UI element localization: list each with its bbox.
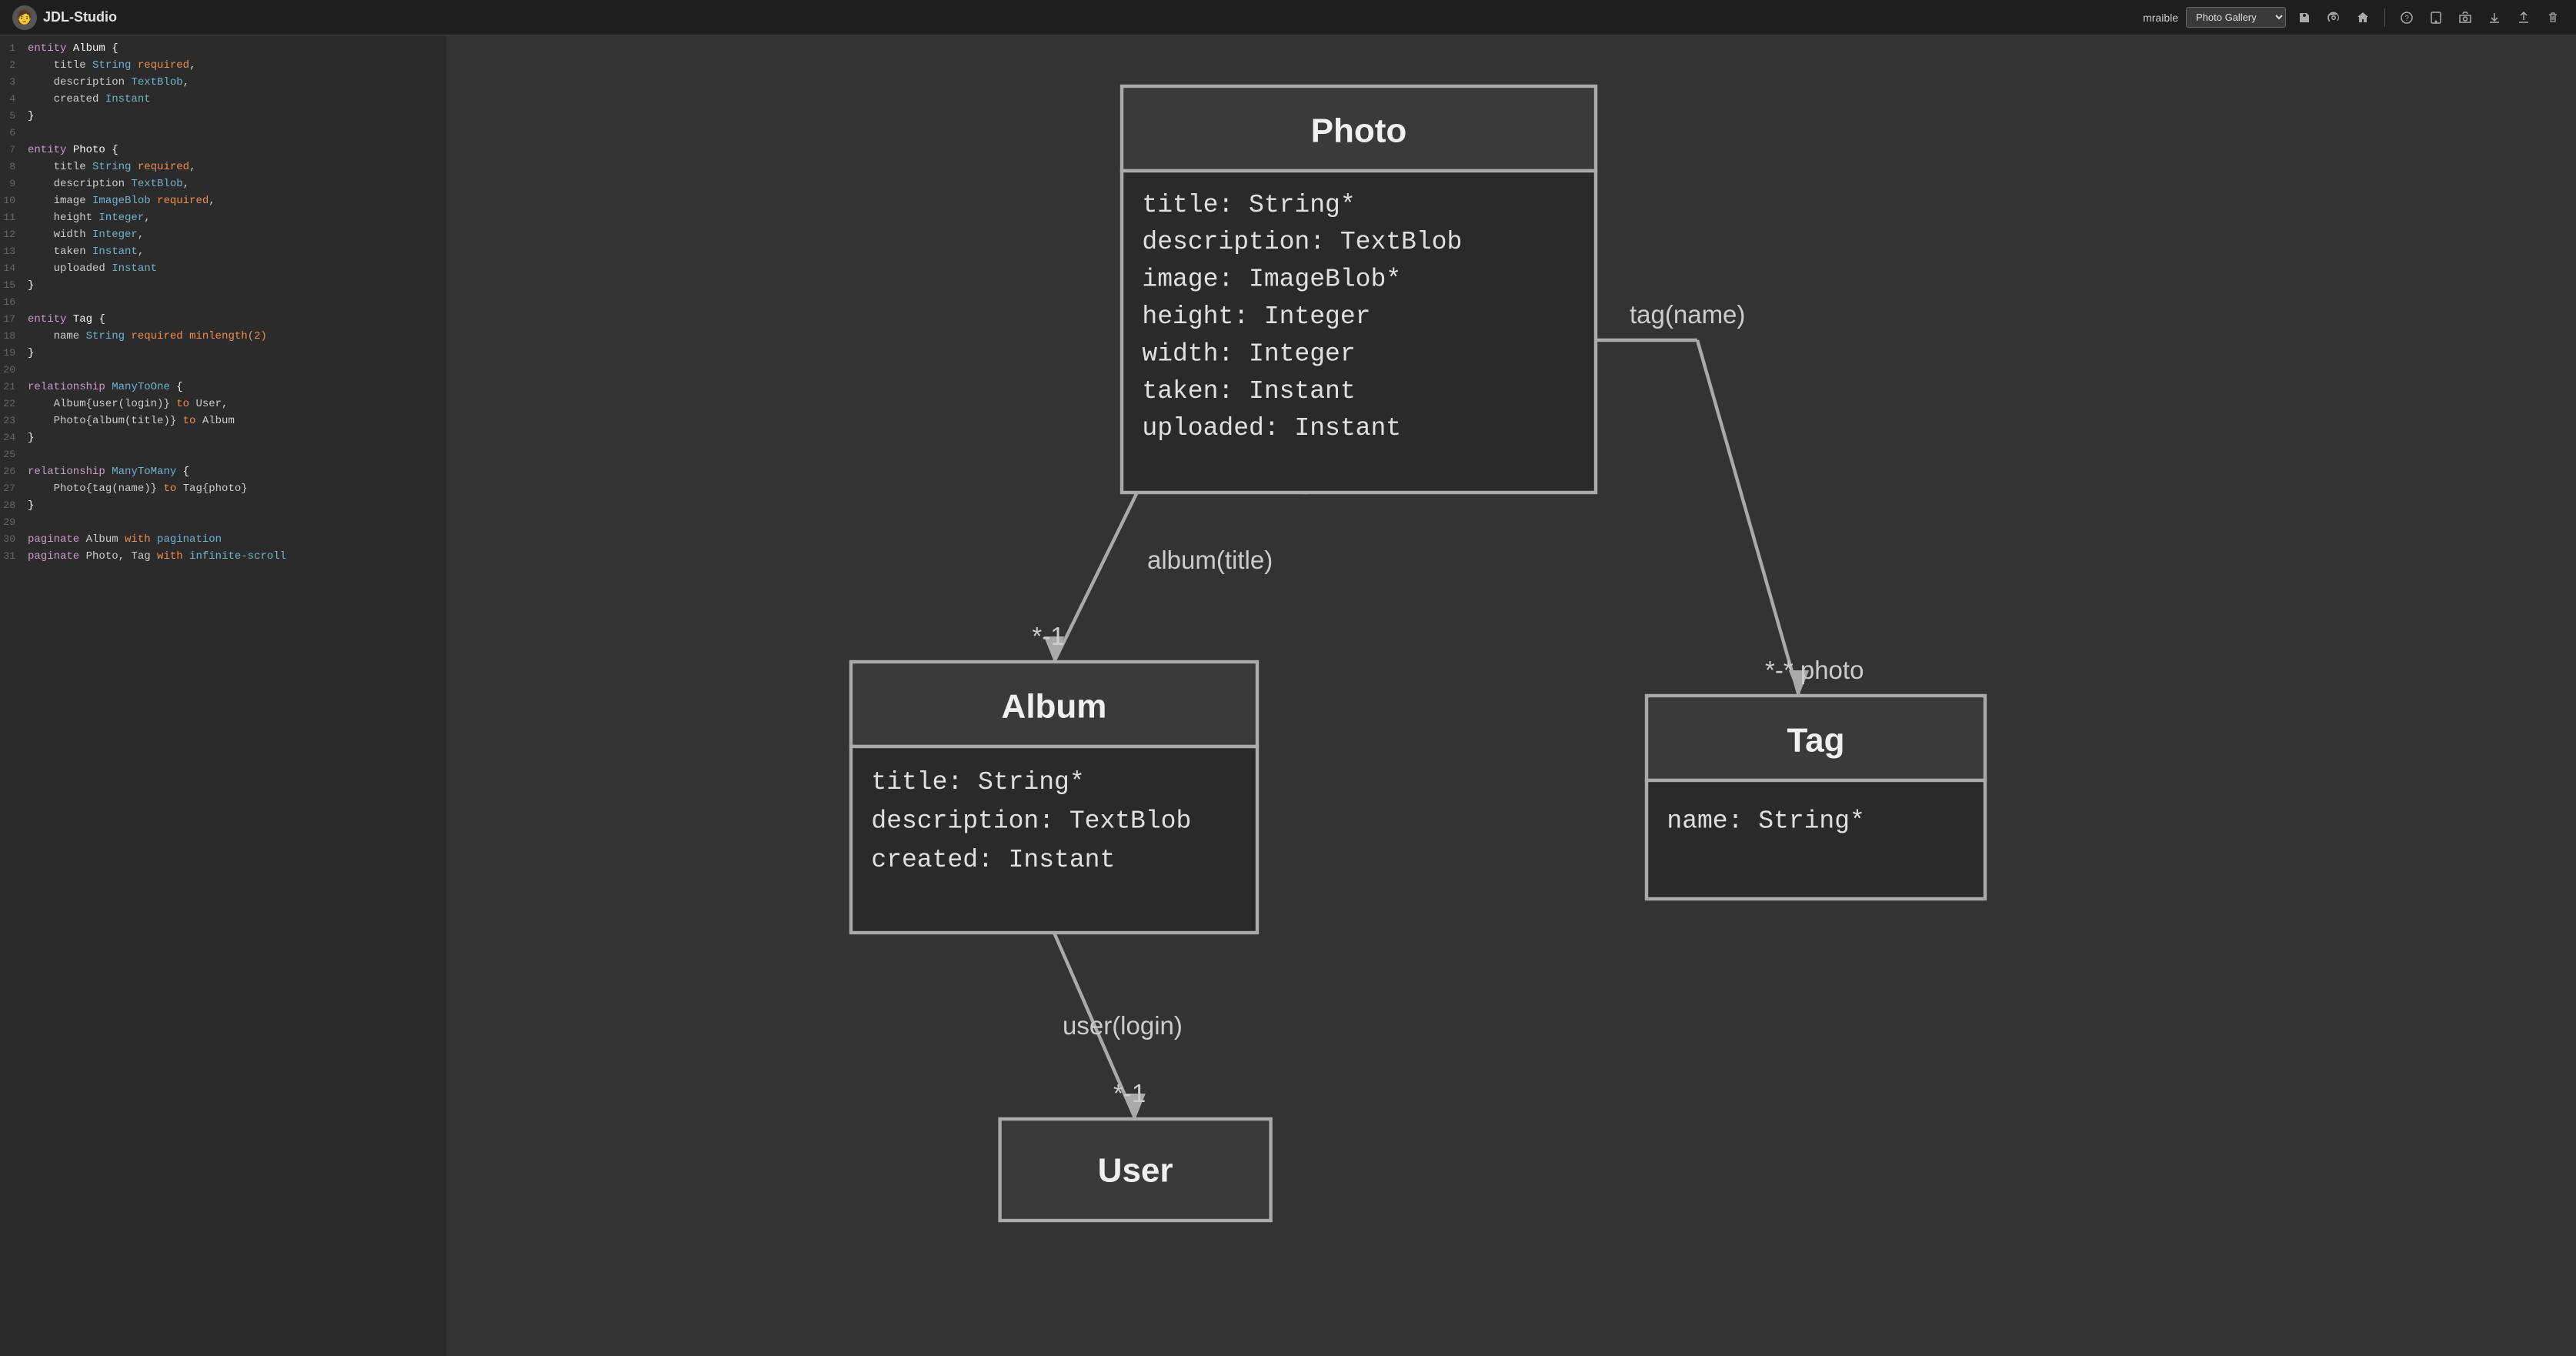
code-line-22: 22 Album{user(login)} to User, — [0, 397, 446, 414]
divider — [2384, 8, 2385, 27]
entity-photo[interactable]: Photo title: String* description: TextBl… — [1122, 86, 1596, 493]
code-panel: 1 entity Album { 2 title String required… — [0, 35, 446, 1356]
code-line-31: 31 paginate Photo, Tag with infinite-scr… — [0, 549, 446, 566]
album-field-1: title: String* — [871, 768, 1084, 797]
settings-button[interactable] — [2323, 7, 2344, 28]
download-button[interactable] — [2484, 7, 2505, 28]
tag-cardinality-label: *-* photo — [1765, 656, 1864, 684]
code-line-7: 7 entity Photo { — [0, 143, 446, 160]
code-line-20: 20 — [0, 363, 446, 380]
code-line-13: 13 taken Instant, — [0, 245, 446, 262]
header: 🧑 JDL-Studio mraible Photo Gallery ? — [0, 0, 2576, 35]
code-line-16: 16 — [0, 296, 446, 312]
code-line-27: 27 Photo{tag(name)} to Tag{photo} — [0, 482, 446, 499]
photo-field-2: description: TextBlob — [1142, 228, 1462, 256]
code-line-30: 30 paginate Album with pagination — [0, 533, 446, 549]
home-button[interactable] — [2352, 7, 2374, 28]
upload-button[interactable] — [2513, 7, 2534, 28]
username: mraible — [2143, 12, 2178, 24]
svg-text:?: ? — [2404, 15, 2409, 23]
album-title-label: album(title) — [1147, 546, 1273, 574]
app-title: JDL-Studio — [43, 9, 117, 25]
project-select[interactable]: Photo Gallery — [2186, 7, 2286, 28]
entity-album[interactable]: Album title: String* description: TextBl… — [851, 662, 1257, 933]
photo-field-6: taken: Instant — [1142, 377, 1355, 406]
code-line-9: 9 description TextBlob, — [0, 177, 446, 194]
header-right: mraible Photo Gallery ? — [2143, 7, 2564, 28]
code-line-15: 15 } — [0, 279, 446, 296]
code-line-11: 11 height Integer, — [0, 211, 446, 228]
code-line-26: 26 relationship ManyToMany { — [0, 465, 446, 482]
entity-tag[interactable]: Tag name: String* — [1647, 696, 1985, 899]
photo-field-1: title: String* — [1142, 191, 1355, 219]
code-line-14: 14 uploaded Instant — [0, 262, 446, 279]
help-button[interactable]: ? — [2396, 7, 2418, 28]
photo-field-3: image: ImageBlob* — [1142, 266, 1401, 294]
code-line-4: 4 created Instant — [0, 92, 446, 109]
code-line-17: 17 entity Tag { — [0, 312, 446, 329]
code-line-3: 3 description TextBlob, — [0, 75, 446, 92]
code-line-8: 8 title String required, — [0, 160, 446, 177]
delete-button[interactable] — [2542, 7, 2564, 28]
photo-album-rel-vert — [1054, 489, 1139, 662]
header-left: 🧑 JDL-Studio — [12, 5, 117, 30]
entity-user[interactable]: User — [1000, 1119, 1271, 1221]
logo-avatar: 🧑 — [12, 5, 37, 30]
photo-entity-title: Photo — [1311, 112, 1407, 150]
tag-body-bg — [1647, 780, 1985, 899]
code-line-12: 12 width Integer, — [0, 228, 446, 245]
diagram-svg: album(title) *-1 tag(name) *-* photo use… — [446, 35, 2576, 1356]
main-content: 1 entity Album { 2 title String required… — [0, 35, 2576, 1356]
album-field-3: created: Instant — [871, 846, 1115, 874]
photo-field-5: width: Integer — [1142, 339, 1355, 368]
save-file-button[interactable] — [2294, 7, 2315, 28]
photo-tag-rel-vert — [1697, 340, 1799, 696]
album-cardinality-label: *-1 — [1032, 622, 1064, 650]
code-line-6: 6 — [0, 126, 446, 143]
tag-entity-title: Tag — [1787, 722, 1845, 760]
code-line-2: 2 title String required, — [0, 58, 446, 75]
photo-field-7: uploaded: Instant — [1142, 414, 1401, 443]
code-line-19: 19 } — [0, 346, 446, 363]
code-line-21: 21 relationship ManyToOne { — [0, 380, 446, 397]
user-login-label: user(login) — [1063, 1011, 1183, 1040]
code-line-29: 29 — [0, 516, 446, 533]
code-line-10: 10 image ImageBlob required, — [0, 194, 446, 211]
code-line-23: 23 Photo{album(title)} to Album — [0, 414, 446, 431]
photo-field-4: height: Integer — [1142, 302, 1370, 331]
code-line-24: 24 } — [0, 431, 446, 448]
album-entity-title: Album — [1002, 688, 1107, 726]
code-line-18: 18 name String required minlength(2) — [0, 329, 446, 346]
code-line-1: 1 entity Album { — [0, 42, 446, 58]
code-line-28: 28 } — [0, 499, 446, 516]
diagram-panel[interactable]: album(title) *-1 tag(name) *-* photo use… — [446, 35, 2576, 1356]
album-field-2: description: TextBlob — [871, 807, 1191, 836]
user-cardinality-label: *-1 — [1113, 1079, 1146, 1107]
camera-button[interactable] — [2454, 7, 2476, 28]
tag-name-label: tag(name) — [1630, 300, 1745, 329]
user-entity-title: User — [1098, 1151, 1173, 1189]
code-line-5: 5 } — [0, 109, 446, 126]
code-line-25: 25 — [0, 448, 446, 465]
tablet-button[interactable] — [2425, 7, 2447, 28]
tag-field-1: name: String* — [1667, 807, 1864, 836]
